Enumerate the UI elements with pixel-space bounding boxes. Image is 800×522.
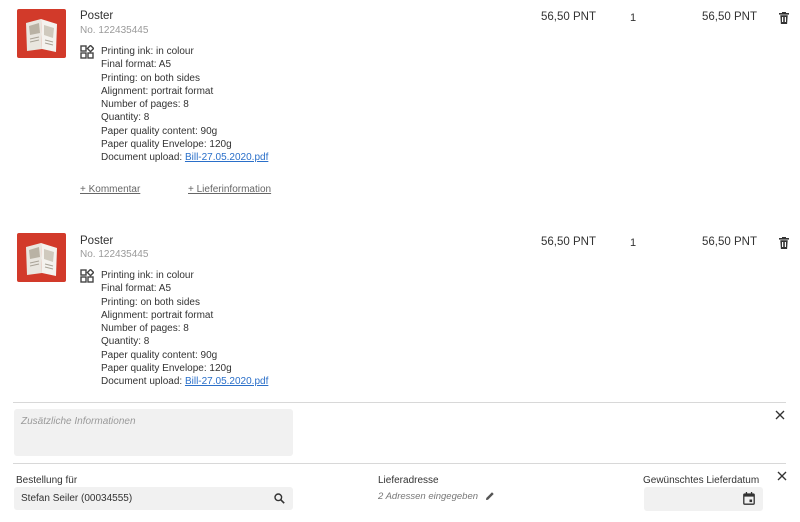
delivery-address-value: 2 Adressen eingegeben <box>378 491 479 502</box>
spec-row: Alignment: portrait format <box>101 309 214 321</box>
product-specs: Printing ink: in colour Final format: A5… <box>101 269 268 388</box>
product-thumbnail[interactable] <box>17 9 66 58</box>
spec-row: Number of pages: 8 <box>101 99 189 110</box>
spec-row: Paper quality content: 90g <box>101 125 218 137</box>
product-thumbnail[interactable] <box>17 233 66 282</box>
additional-info-textarea[interactable] <box>14 409 293 456</box>
spec-row: Printing ink: in colour <box>101 270 194 281</box>
document-upload-row: Document upload: Bill-27.05.2020.pdf <box>101 375 268 388</box>
spec-row: Printing: on both sides <box>101 72 200 84</box>
product-config-icon[interactable] <box>80 269 94 283</box>
spec-row: Alignment: portrait format <box>101 85 214 97</box>
product-sku: No. 122435445 <box>80 249 149 260</box>
spec-row: Final format: A5 <box>101 283 172 295</box>
spec-row: Paper quality content: 90g <box>101 349 218 361</box>
document-upload-link[interactable]: Bill-27.05.2020.pdf <box>185 376 268 387</box>
order-for-value: Stefan Seiler (00034555) <box>21 493 133 504</box>
spec-row: Final format: A5 <box>101 59 172 71</box>
total-price: 56,50 PNT <box>702 11 757 23</box>
product-config-icon[interactable] <box>80 45 94 59</box>
add-comment-link[interactable]: + Kommentar <box>80 184 140 195</box>
total-price: 56,50 PNT <box>702 236 757 248</box>
cart-item: Poster No. 122435445 Printing ink: in co… <box>0 224 800 394</box>
spec-row: Quantity: 8 <box>101 336 150 348</box>
trash-icon[interactable] <box>779 12 789 24</box>
close-icon[interactable] <box>777 471 787 481</box>
document-upload-link[interactable]: Bill-27.05.2020.pdf <box>185 152 268 163</box>
quantity[interactable]: 1 <box>630 12 636 24</box>
cart-item: Poster No. 122435445 Printing ink: in co… <box>0 0 800 210</box>
product-title: Poster <box>80 235 114 247</box>
order-for-field[interactable]: Stefan Seiler (00034555) <box>14 487 293 510</box>
trash-icon[interactable] <box>779 237 789 249</box>
calendar-icon[interactable] <box>743 492 755 505</box>
spec-row: Printing ink: in colour <box>101 46 194 57</box>
quantity[interactable]: 1 <box>630 237 636 249</box>
document-upload-row: Document upload: Bill-27.05.2020.pdf <box>101 151 268 164</box>
pencil-icon[interactable] <box>485 491 495 501</box>
spec-row: Paper quality Envelope: 120g <box>101 138 232 150</box>
spec-row: Printing: on both sides <box>101 296 200 308</box>
document-upload-label: Document upload: <box>101 152 183 163</box>
product-sku: No. 122435445 <box>80 25 149 36</box>
unit-price: 56,50 PNT <box>541 11 596 23</box>
spec-row: Quantity: 8 <box>101 112 150 124</box>
delivery-date-label: Gewünschtes Lieferdatum <box>643 475 760 486</box>
document-upload-label: Document upload: <box>101 376 183 387</box>
product-specs: Printing ink: in colour Final format: A5… <box>101 45 268 164</box>
divider <box>13 402 786 403</box>
close-icon[interactable] <box>775 410 785 420</box>
add-delivery-info-link[interactable]: + Lieferinformation <box>188 184 271 195</box>
order-for-label: Bestellung für <box>16 475 78 486</box>
spec-row: Number of pages: 8 <box>101 323 189 334</box>
delivery-address-label: Lieferadresse <box>378 475 439 486</box>
divider <box>13 463 786 464</box>
unit-price: 56,50 PNT <box>541 236 596 248</box>
search-icon[interactable] <box>274 493 285 504</box>
spec-row: Paper quality Envelope: 120g <box>101 362 232 374</box>
product-title: Poster <box>80 10 114 22</box>
delivery-date-field[interactable] <box>644 487 763 511</box>
